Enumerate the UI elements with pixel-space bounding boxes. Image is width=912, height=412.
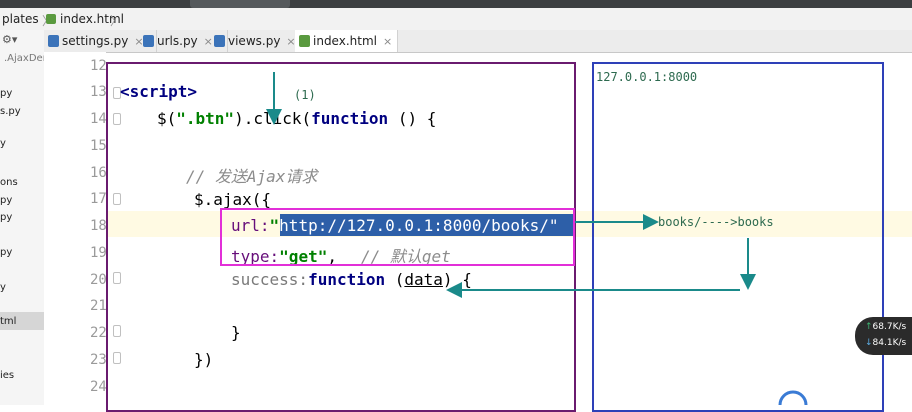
- upload-speed-value: 68.7K/s: [872, 322, 907, 332]
- network-speed-widget: ↑68.7K/s ↓84.1K/s: [855, 317, 912, 355]
- download-speed: ↓84.1K/s: [865, 338, 906, 348]
- upload-speed: ↑68.7K/s: [865, 322, 906, 332]
- annotation-arrows: [266, 72, 808, 405]
- cursor-ring: [778, 390, 808, 405]
- download-speed-value: 84.1K/s: [872, 338, 907, 348]
- upload-arrow-icon: ↑: [865, 322, 873, 332]
- download-arrow-icon: ↓: [865, 338, 873, 348]
